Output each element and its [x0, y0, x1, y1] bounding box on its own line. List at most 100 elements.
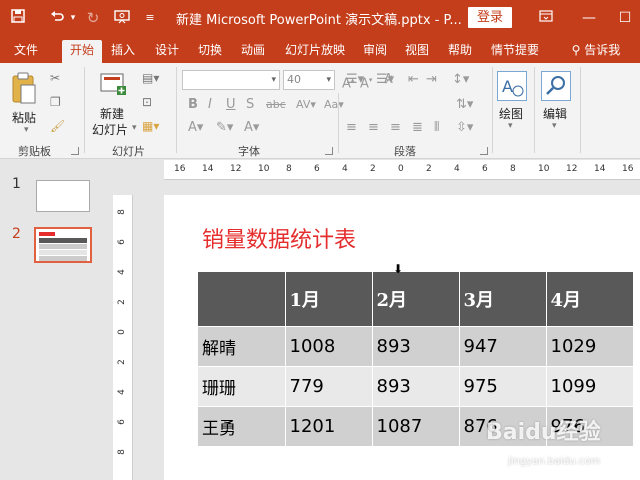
draw-shapes-icon[interactable]: A — [497, 71, 527, 101]
font-family-select[interactable]: ▾ — [182, 70, 280, 90]
bold-icon[interactable]: B — [188, 96, 198, 114]
text-direction-icon[interactable]: ⇅▾ — [456, 96, 473, 114]
ribbon-display-icon[interactable] — [533, 8, 559, 28]
new-slide-dropdown-icon[interactable]: ▾ — [132, 123, 137, 133]
ruler-number: 4 — [116, 269, 127, 275]
table-header-cell[interactable]: 4月 — [546, 272, 634, 327]
copy-icon[interactable]: ❐ — [50, 95, 61, 109]
tab-insert[interactable]: 插入 — [106, 40, 140, 63]
minimize-icon[interactable]: — — [576, 8, 602, 28]
find-icon[interactable] — [541, 71, 571, 101]
draw-label[interactable]: 绘图 — [499, 105, 523, 122]
group-separator — [492, 67, 493, 153]
ruler-number: 10 — [538, 164, 550, 174]
tell-me-box[interactable]: ⚲ 告诉我 — [556, 40, 636, 63]
draw-dropdown-icon[interactable]: ▾ — [508, 121, 513, 131]
document-title: 新建 Microsoft PowerPoint 演示文稿.pptx - P... — [176, 13, 462, 28]
tab-design[interactable]: 设计 — [150, 40, 184, 63]
new-slide-label-2[interactable]: 幻灯片 — [92, 121, 128, 138]
tab-slideshow[interactable]: 幻灯片放映 — [280, 40, 350, 63]
edit-dropdown-icon[interactable]: ▾ — [552, 121, 557, 131]
strikethrough-icon[interactable]: abc — [266, 96, 286, 114]
char-spacing-icon[interactable]: AV▾ — [296, 96, 316, 114]
slideshow-icon[interactable] — [110, 8, 134, 28]
table-cell[interactable]: 珊珊 — [198, 366, 286, 407]
font-color-icon[interactable]: A▾ — [188, 119, 203, 137]
undo-dropdown-icon[interactable]: ▾ — [68, 8, 78, 28]
group-label-clipboard: 剪贴板 — [18, 145, 51, 158]
table-header-cell[interactable]: 2月 — [372, 272, 460, 327]
tab-view[interactable]: 视图 — [400, 40, 434, 63]
table-header-cell[interactable]: 3月 — [459, 272, 547, 327]
table-cell[interactable]: 893 — [372, 366, 460, 407]
line-spacing-icon[interactable]: ↕▾ — [452, 71, 469, 89]
reset-icon[interactable]: ⊡ — [142, 95, 152, 109]
numbering-icon[interactable]: ☰▾ — [376, 71, 394, 89]
group-separator — [84, 67, 85, 153]
tab-animations[interactable]: 动画 — [236, 40, 270, 63]
group-separator — [176, 67, 177, 153]
slide-title[interactable]: 销量数据统计表 — [202, 222, 356, 254]
highlight-icon[interactable]: ✎▾ — [216, 119, 233, 137]
thumbnail-number: 2 — [12, 226, 21, 242]
tab-review[interactable]: 审阅 — [358, 40, 392, 63]
slide-thumbnail-2[interactable] — [34, 227, 92, 263]
align-text-icon[interactable]: ⇳▾ — [456, 119, 473, 137]
cut-icon[interactable]: ✂ — [50, 71, 60, 85]
justify-icon[interactable]: ≣ — [412, 119, 423, 137]
tab-home[interactable]: 开始 — [62, 40, 102, 63]
new-slide-icon[interactable] — [98, 69, 128, 103]
text-effects-icon[interactable]: A▾ — [244, 119, 259, 137]
paste-dropdown-icon[interactable]: ▾ — [24, 125, 29, 135]
table-cell[interactable]: 779 — [285, 366, 373, 407]
columns-icon[interactable]: ⫴ — [434, 119, 439, 137]
table-cell[interactable]: 1008 — [285, 326, 373, 367]
shadow-icon[interactable]: S — [246, 96, 254, 114]
align-right-icon[interactable]: ≡ — [390, 119, 401, 137]
table-cell[interactable]: 893 — [372, 326, 460, 367]
paste-icon[interactable] — [10, 71, 38, 111]
italic-icon[interactable]: I — [208, 96, 212, 114]
table-cell[interactable]: 947 — [459, 326, 547, 367]
section-icon[interactable]: ▦▾ — [142, 119, 159, 133]
table-cell[interactable]: 1201 — [285, 406, 373, 447]
slide-thumbnail-1[interactable] — [36, 180, 90, 212]
layout-icon[interactable]: ▤▾ — [142, 71, 159, 85]
clipboard-launcher-icon[interactable] — [71, 147, 79, 155]
tab-transitions[interactable]: 切换 — [193, 40, 227, 63]
undo-icon[interactable] — [46, 8, 68, 28]
align-left-icon[interactable]: ≡ — [346, 119, 357, 137]
new-slide-label-1[interactable]: 新建 — [100, 105, 124, 122]
paragraph-launcher-icon[interactable] — [480, 147, 488, 155]
table-cell[interactable]: 975 — [459, 366, 547, 407]
table-cell[interactable]: 解晴 — [198, 326, 286, 367]
maximize-icon[interactable]: ☐ — [612, 8, 638, 28]
paste-label[interactable]: 粘贴 — [12, 109, 36, 126]
table-cell[interactable]: 1087 — [372, 406, 460, 447]
table-cell[interactable]: 王勇 — [198, 406, 286, 447]
save-icon[interactable] — [8, 8, 28, 28]
login-button[interactable]: 登录 — [468, 7, 512, 28]
table-cell[interactable]: 1029 — [546, 326, 634, 367]
decrease-indent-icon[interactable]: ⇤ — [408, 71, 419, 89]
change-case-icon[interactable]: Aa▾ — [324, 96, 344, 114]
underline-icon[interactable]: U — [226, 96, 236, 114]
table-row: 解晴 1008 893 947 1029 — [198, 326, 634, 367]
table-header-cell[interactable]: 1月 — [285, 272, 373, 327]
increase-indent-icon[interactable]: ⇥ — [426, 71, 437, 89]
format-painter-icon[interactable]: 🖌 — [50, 119, 65, 133]
vertical-ruler: 8 6 4 2 0 2 4 6 8 — [113, 195, 133, 480]
tab-help[interactable]: 帮助 — [443, 40, 477, 63]
tab-file[interactable]: 文件 — [6, 40, 46, 63]
customize-qat-icon[interactable]: ≡ — [142, 8, 158, 28]
font-size-select[interactable]: 40 ▾ — [283, 70, 335, 90]
edit-label[interactable]: 编辑 — [543, 105, 567, 122]
font-launcher-icon[interactable] — [325, 147, 333, 155]
align-center-icon[interactable]: ≡ — [368, 119, 379, 137]
redo-icon[interactable]: ↻ — [84, 8, 102, 28]
tab-storyboarding[interactable]: 情节提要 — [486, 40, 544, 63]
bullets-icon[interactable]: ☰▾ — [346, 71, 364, 89]
thumbnail-number: 1 — [12, 176, 21, 192]
table-cell[interactable]: 1099 — [546, 366, 634, 407]
table-header-cell[interactable] — [198, 272, 286, 327]
